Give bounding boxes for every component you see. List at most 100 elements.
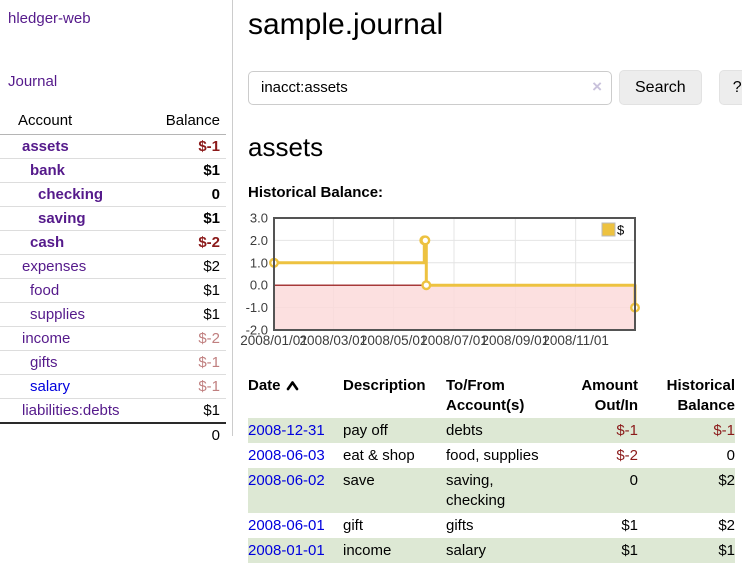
account-row: salary $-1 — [0, 375, 226, 399]
account-link[interactable]: assets — [22, 138, 69, 155]
svg-text:1.0: 1.0 — [250, 255, 268, 270]
register-amount: $1 — [558, 513, 638, 538]
accounts-total-balance: 0 — [150, 423, 226, 447]
svg-text:-1.0: -1.0 — [246, 300, 268, 315]
account-balance: $1 — [150, 279, 226, 303]
svg-text:2008/03/01: 2008/03/01 — [300, 333, 368, 348]
register-row[interactable]: 2008-06-02savesaving, checking0$2 — [248, 468, 735, 513]
account-row: supplies $1 — [0, 303, 226, 327]
brand-link[interactable]: hledger-web — [8, 10, 91, 27]
account-balance: $-2 — [150, 231, 226, 255]
register-header-date[interactable]: Date — [248, 374, 343, 418]
account-row: assets $-1 — [0, 135, 226, 159]
register-description: pay off — [343, 418, 446, 443]
account-link[interactable]: salary — [30, 378, 70, 395]
register-amount: $-1 — [558, 418, 638, 443]
account-row: expenses $2 — [0, 255, 226, 279]
account-link[interactable]: liabilities:debts — [22, 402, 120, 419]
register-header-date-label: Date — [248, 377, 281, 394]
account-link[interactable]: expenses — [22, 258, 86, 275]
register-header-row: Date Description To/From Account(s) Amou… — [248, 374, 735, 418]
historical-balance-chart[interactable]: 3.02.01.00.0-1.0-2.02008/01/012008/03/01… — [248, 211, 736, 351]
account-link[interactable]: supplies — [30, 306, 85, 323]
register-header-description: Description — [343, 374, 446, 418]
register-date-link[interactable]: 2008-12-31 — [248, 422, 325, 439]
account-link[interactable]: gifts — [30, 354, 58, 371]
register-row[interactable]: 2008-06-01giftgifts$1$2 — [248, 513, 735, 538]
svg-text:3.0: 3.0 — [250, 211, 268, 226]
sidebar-divider — [232, 0, 233, 436]
register-amount: 0 — [558, 468, 638, 513]
account-balance: $1 — [150, 207, 226, 231]
account-link[interactable]: bank — [30, 162, 65, 179]
account-balance: $-1 — [150, 375, 226, 399]
register-table: Date Description To/From Account(s) Amou… — [248, 374, 735, 563]
account-link[interactable]: food — [30, 282, 59, 299]
accounts-table: Account Balance assets $-1 bank $1 checking 0… — [0, 110, 226, 447]
svg-text:2.0: 2.0 — [250, 233, 268, 248]
help-button[interactable]: ? — [719, 70, 742, 105]
account-balance: 0 — [150, 183, 226, 207]
register-date-link[interactable]: 2008-01-01 — [248, 542, 325, 559]
register-header-amount: Amount Out/In — [558, 374, 638, 418]
account-balance: $-1 — [150, 135, 226, 159]
account-row: food $1 — [0, 279, 226, 303]
sidebar-item-journal[interactable]: Journal — [8, 73, 57, 90]
account-balance: $1 — [150, 399, 226, 424]
register-date-link[interactable]: 2008-06-01 — [248, 517, 325, 534]
register-balance: $-1 — [638, 418, 735, 443]
register-row[interactable]: 2008-06-03 eat & shopfood, supplies$-20 — [248, 443, 735, 468]
register-balance: $2 — [638, 468, 735, 513]
sidebar: hledger-web Journal Account Balance asse… — [0, 0, 233, 447]
account-row: income$-2 — [0, 327, 226, 351]
account-link[interactable]: saving — [38, 210, 86, 227]
register-accounts: food, supplies — [446, 443, 558, 468]
account-row: checking 0 — [0, 183, 226, 207]
chart-canvas: 3.02.01.00.0-1.0-2.02008/01/012008/03/01… — [248, 211, 642, 351]
register-header-balance: Historical Balance — [638, 374, 735, 418]
svg-text:2008/07/01: 2008/07/01 — [420, 333, 488, 348]
search-input[interactable] — [248, 71, 612, 105]
account-heading: assets — [248, 132, 736, 163]
register-balance: 0 — [638, 443, 735, 468]
clear-search-icon[interactable]: × — [592, 78, 602, 96]
register-accounts: saving, checking — [446, 468, 558, 513]
account-balance: $1 — [150, 303, 226, 327]
account-balance: $-1 — [150, 351, 226, 375]
account-row: cash $-2 — [0, 231, 226, 255]
svg-text:$: $ — [617, 223, 625, 238]
account-row: saving $1 — [0, 207, 226, 231]
register-amount: $1 — [558, 538, 638, 563]
page-title: sample.journal — [248, 8, 736, 42]
svg-text:0.0: 0.0 — [250, 278, 268, 293]
register-balance: $1 — [638, 538, 735, 563]
account-row: liabilities:debts $1 — [0, 399, 226, 424]
register-row[interactable]: 2008-01-01incomesalary$1$1 — [248, 538, 735, 563]
svg-text:2008/11/01: 2008/11/01 — [542, 333, 609, 348]
chart-title: Historical Balance: — [248, 184, 736, 201]
svg-text:2008/09/01: 2008/09/01 — [482, 333, 550, 348]
register-accounts: debts — [446, 418, 558, 443]
account-link[interactable]: cash — [30, 234, 64, 251]
account-balance: $1 — [150, 159, 226, 183]
register-amount: $-2 — [558, 443, 638, 468]
accounts-header-row: Account Balance — [0, 110, 226, 135]
register-description: eat & shop — [343, 443, 446, 468]
register-row[interactable]: 2008-12-31pay offdebts$-1$-1 — [248, 418, 735, 443]
search-button[interactable]: Search — [619, 70, 702, 105]
register-accounts: gifts — [446, 513, 558, 538]
account-link[interactable]: checking — [38, 186, 103, 203]
register-header-accounts: To/From Account(s) — [446, 374, 558, 418]
register-description: income — [343, 538, 446, 563]
account-link[interactable]: income — [22, 330, 70, 347]
register-accounts: salary — [446, 538, 558, 563]
register-date-link[interactable]: 2008-06-03 — [248, 447, 325, 464]
account-row: gifts $-1 — [0, 351, 226, 375]
register-date-link[interactable]: 2008-06-02 — [248, 472, 325, 489]
account-balance: $2 — [150, 255, 226, 279]
svg-text:2008/01/01: 2008/01/01 — [240, 333, 308, 348]
accounts-header-balance: Balance — [150, 110, 226, 135]
search-bar: × Search ? — [248, 70, 736, 105]
account-row: bank $1 — [0, 159, 226, 183]
register-description: gift — [343, 513, 446, 538]
